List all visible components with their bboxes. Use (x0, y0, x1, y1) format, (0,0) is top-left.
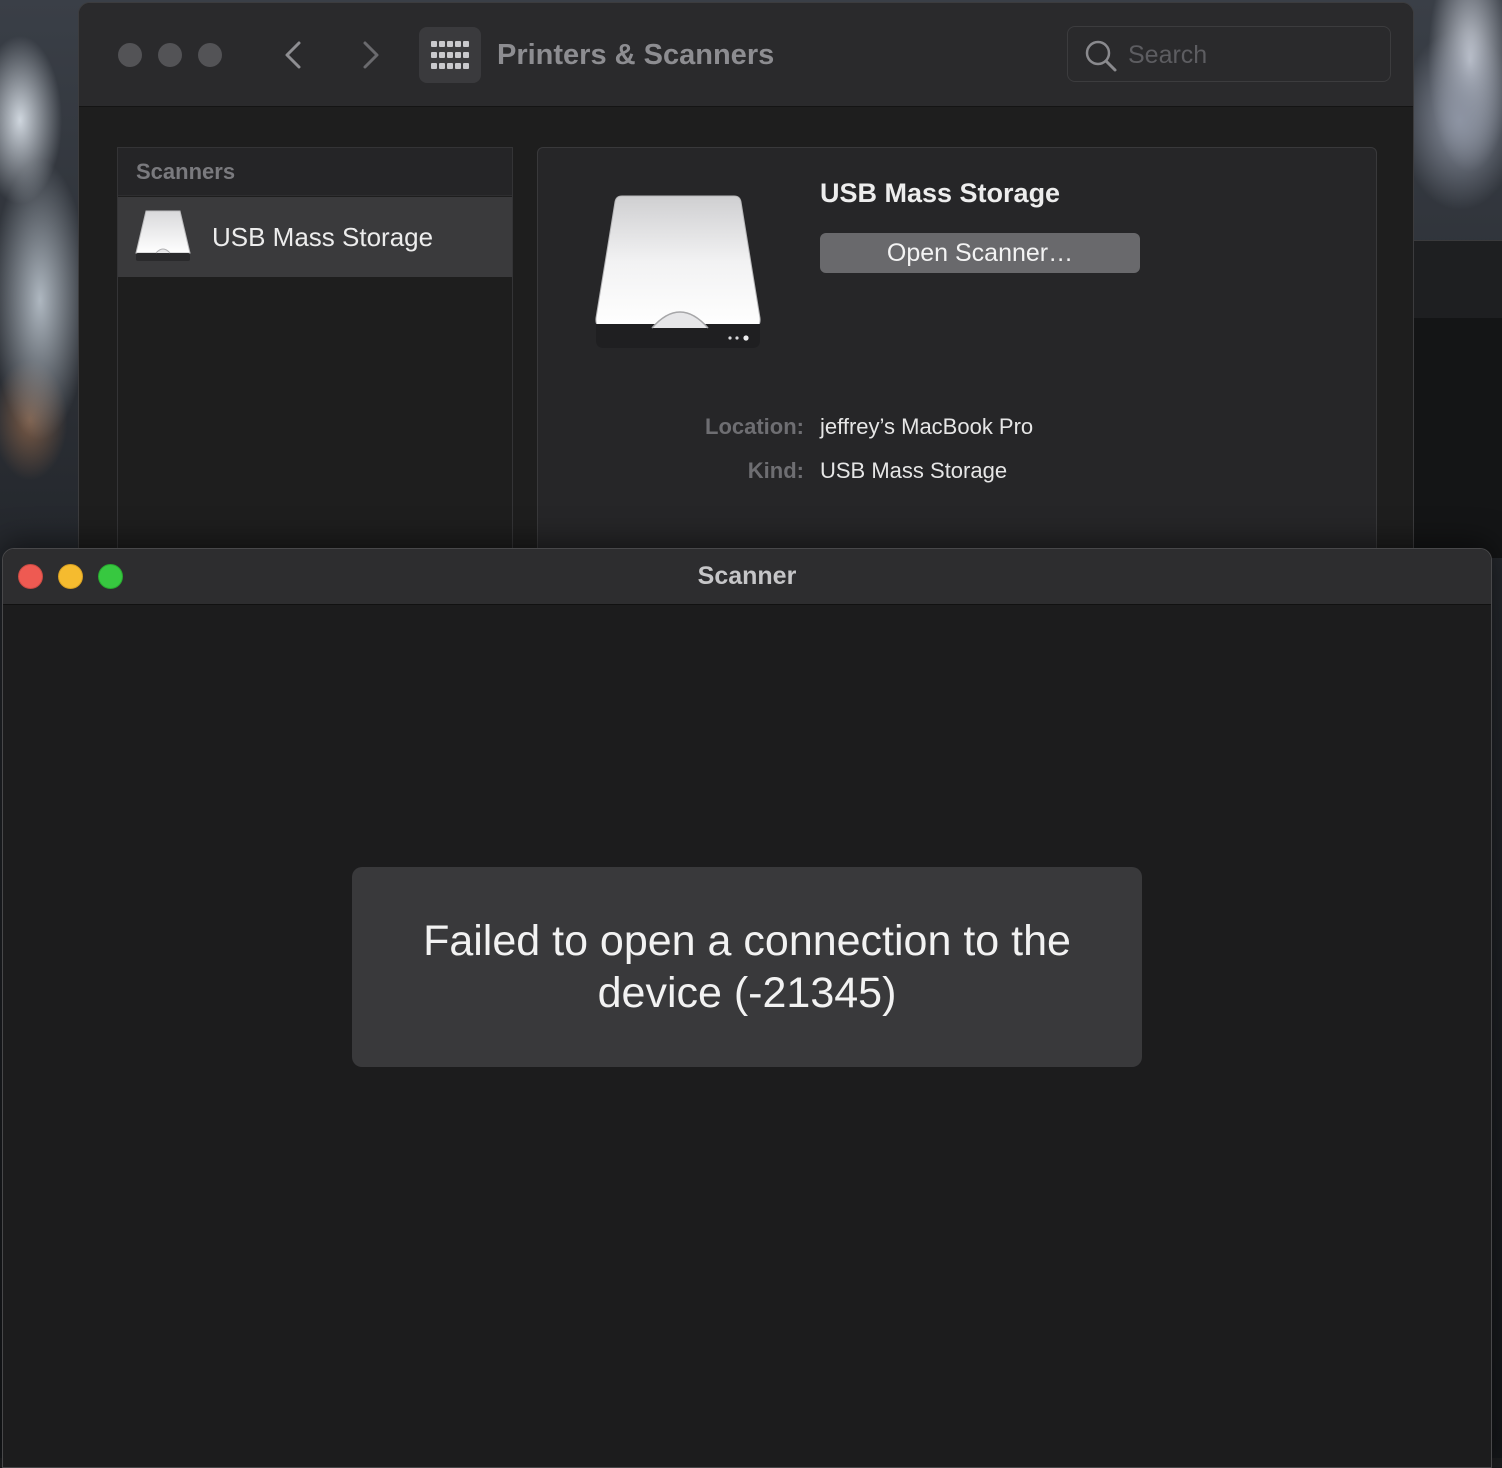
minimize-button[interactable] (58, 564, 83, 589)
list-header: Scanners (118, 148, 512, 196)
close-button[interactable] (18, 564, 43, 589)
error-message: Failed to open a connection to the devic… (423, 917, 1071, 1017)
background-window-edge (1414, 240, 1502, 318)
close-button-inactive[interactable] (118, 43, 142, 67)
window-toolbar: Printers & Scanners (79, 3, 1413, 107)
background-window-edge-lower (1414, 318, 1502, 558)
back-button[interactable] (275, 35, 315, 75)
device-name: USB Mass Storage (820, 178, 1061, 208)
forward-button[interactable] (349, 35, 389, 75)
scanner-icon (135, 210, 191, 261)
scanner-window: Scanner Failed to open a connection to t… (2, 548, 1492, 1468)
error-message-box: Failed to open a connection to the devic… (352, 867, 1142, 1067)
kind-value: USB Mass Storage (820, 458, 1008, 483)
scanner-detail-panel: USB Mass Storage Open Scanner… Location:… (537, 147, 1377, 601)
minimize-button-inactive[interactable] (158, 43, 182, 67)
open-scanner-button[interactable]: Open Scanner… (820, 233, 1140, 273)
chevron-left-icon (285, 41, 301, 69)
search-input[interactable] (1128, 37, 1378, 73)
scanner-list-item-label: USB Mass Storage (212, 222, 434, 252)
search-field[interactable] (1067, 26, 1391, 82)
scanner-device-image (595, 195, 761, 348)
zoom-button-inactive[interactable] (198, 43, 222, 67)
chevron-right-icon (363, 41, 379, 69)
zoom-button[interactable] (98, 564, 123, 589)
scanner-list-item-usb-mass-storage[interactable]: USB Mass Storage (118, 197, 512, 277)
show-all-button[interactable] (419, 27, 481, 83)
window-title: Printers & Scanners (497, 39, 775, 71)
scanner-list: Scanners USB Mass Storage (117, 147, 513, 601)
search-icon (1085, 40, 1117, 72)
location-label: Location: (705, 414, 804, 439)
location-value: jeffrey’s MacBook Pro (820, 414, 1034, 439)
printers-scanners-window: Printers & Scanners Scanners US (78, 2, 1414, 602)
kind-label: Kind: (747, 458, 804, 483)
scanner-titlebar: Scanner (3, 549, 1491, 605)
scanner-window-title: Scanner (697, 562, 797, 590)
grid-icon (431, 41, 469, 69)
